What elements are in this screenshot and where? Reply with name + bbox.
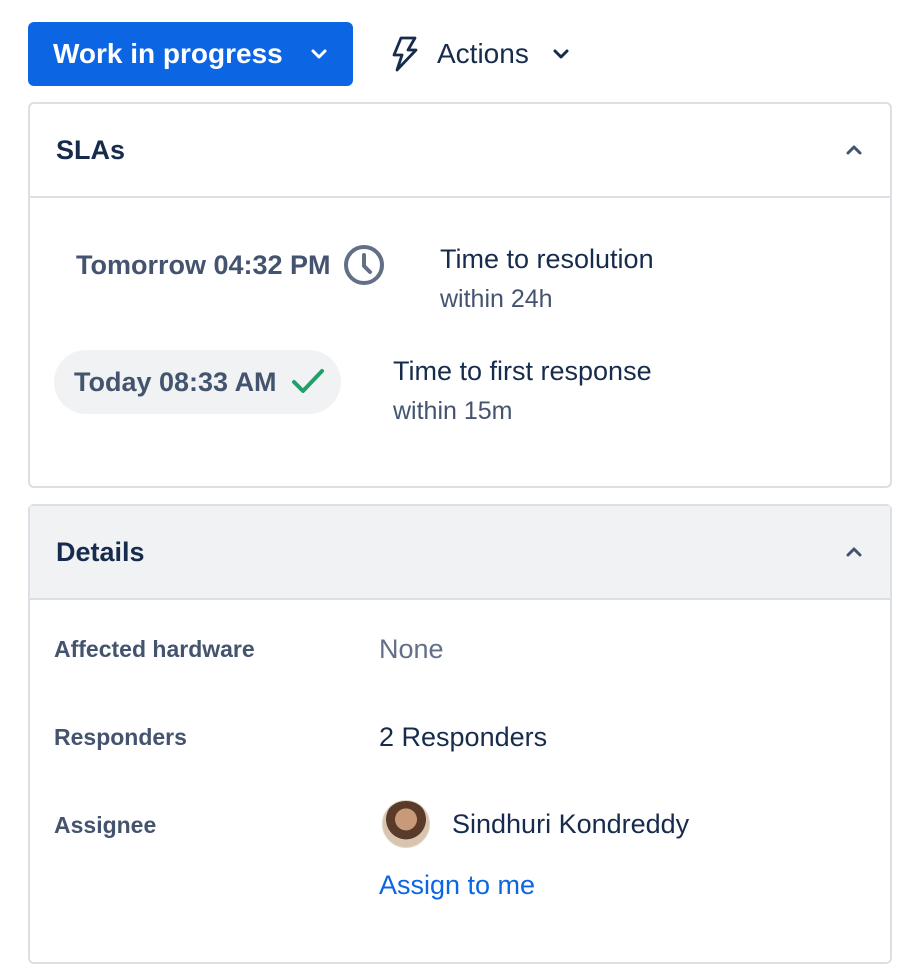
sla-name: Time to resolution [440,244,654,274]
sla-item-resolution: Tomorrow 04:32 PM [76,244,385,286]
sla-goal: within 24h [440,285,553,313]
details-panel-title: Details [56,536,145,567]
sla-panel-header[interactable]: SLAs [30,104,890,198]
checkmark-icon [291,367,325,397]
chevron-up-icon[interactable] [844,542,864,562]
chevron-up-icon[interactable] [844,140,864,160]
sla-time: Today 08:33 AM [74,366,277,397]
field-label-responders: Responders [54,724,187,750]
sla-description: Time to first response within 15m [393,354,652,428]
chevron-down-icon [309,44,329,64]
sla-name: Time to first response [393,356,652,386]
sla-time-pill: Today 08:33 AM [54,350,341,414]
field-value-affected-hardware[interactable]: None [379,634,444,665]
field-label-affected-hardware: Affected hardware [54,636,255,662]
actions-label: Actions [437,38,529,69]
clock-icon [343,244,385,286]
assign-to-me-link[interactable]: Assign to me [379,870,535,901]
assignee-field[interactable]: Sindhuri Kondreddy [382,800,689,848]
sla-time: Tomorrow 04:32 PM [76,249,331,280]
actions-dropdown-button[interactable]: Actions [389,22,571,86]
avatar [382,800,430,848]
sla-item-first-response: Today 08:33 AM [54,350,341,414]
sla-goal: within 15m [393,397,513,425]
field-value-responders[interactable]: 2 Responders [379,722,547,753]
assignee-name: Sindhuri Kondreddy [452,808,690,839]
chevron-down-icon [551,44,571,64]
sla-panel: SLAs Tomorrow 04:32 PM Time to resolutio… [28,102,892,488]
lightning-bolt-icon [389,36,421,72]
status-dropdown-button[interactable]: Work in progress [28,22,353,86]
toolbar: Work in progress Actions [28,22,571,86]
field-label-assignee: Assignee [54,812,157,838]
status-label: Work in progress [53,38,283,69]
sla-description: Time to resolution within 24h [440,242,654,316]
details-panel: Details Affected hardware None Responder… [28,504,892,964]
sla-panel-title: SLAs [56,134,126,165]
details-panel-header[interactable]: Details [30,506,890,600]
